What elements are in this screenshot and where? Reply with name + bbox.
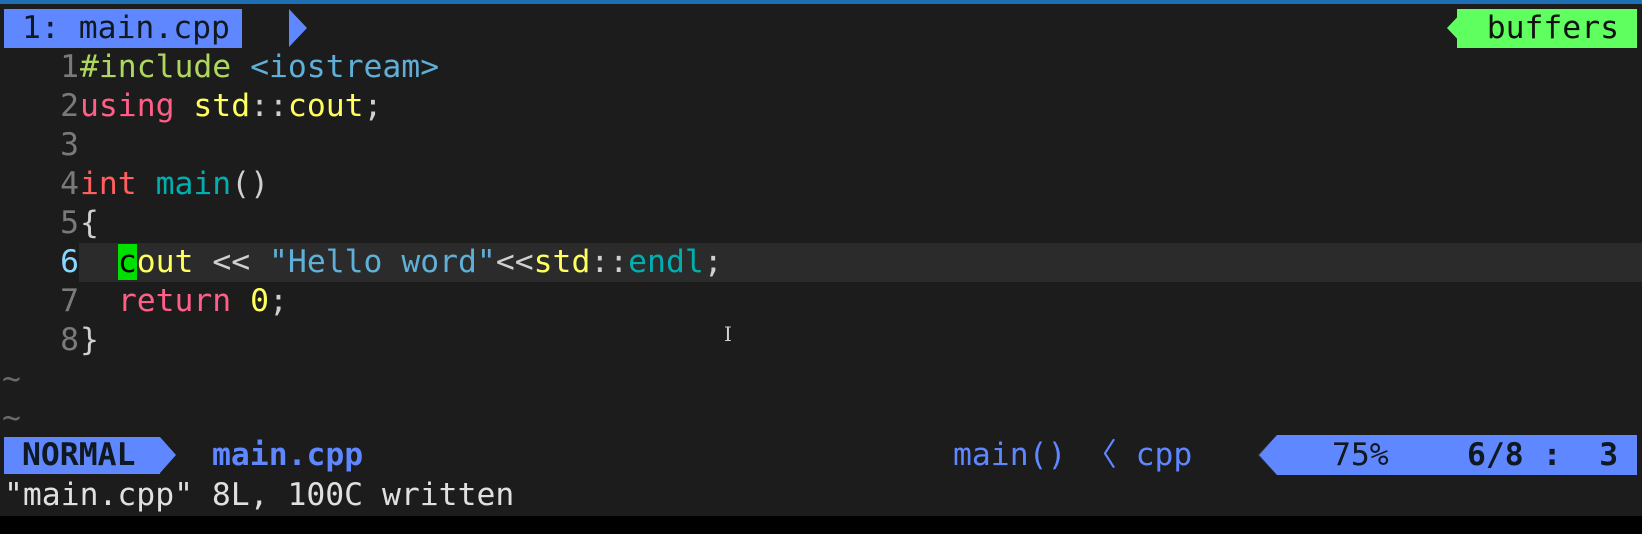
code-line[interactable]: 2 using std::cout;: [0, 87, 1642, 126]
line-code: using std::cout;: [80, 87, 382, 126]
code-token: return: [117, 283, 232, 319]
code-line[interactable]: 4 int main(): [0, 165, 1642, 204]
position-section: 75% 6/8 : 3: [1277, 435, 1637, 475]
line-number: 7: [60, 283, 79, 319]
code-token: main: [155, 166, 232, 202]
code-line[interactable]: 7 return 0;: [0, 282, 1642, 321]
code-token: using: [80, 88, 175, 124]
code-token: <iostream>: [250, 49, 440, 85]
code-token: ::: [590, 244, 629, 280]
code-token: ::: [250, 88, 288, 124]
command-line-message: "main.cpp" 8L, 100C written: [4, 477, 515, 513]
code-token: "Hello word": [269, 244, 496, 280]
code-line[interactable]: 1 #include <iostream>: [0, 48, 1642, 87]
code-token: }: [80, 322, 99, 358]
line-number: 8: [60, 322, 79, 358]
line-number: 5: [60, 205, 79, 241]
line-number: 3: [60, 127, 79, 163]
line-number: 1: [60, 49, 79, 85]
line-code: cout << "Hello word"<<std::endl;: [80, 243, 723, 282]
text-cursor: c: [117, 244, 137, 280]
code-token: endl: [628, 244, 704, 280]
empty-line: ~: [0, 399, 1642, 438]
line-code: {: [80, 204, 99, 243]
line-number: 4: [60, 166, 79, 202]
mouse-ibeam-cursor-icon: I: [724, 322, 732, 346]
line-code: }: [80, 321, 99, 360]
line-column: 6/8 : 3: [1467, 437, 1619, 473]
code-token: ;: [703, 244, 723, 280]
line-code: int main(): [80, 165, 269, 204]
empty-line: ~: [0, 360, 1642, 399]
code-line[interactable]: 3: [0, 126, 1642, 165]
buffers-label[interactable]: buffers: [1456, 9, 1637, 48]
code-token: 0: [250, 283, 270, 319]
code-token: ;: [269, 283, 288, 319]
code-token: std: [533, 244, 591, 280]
code-token: std: [193, 88, 251, 124]
position-arrow: [1259, 435, 1277, 475]
status-filename: main.cpp: [212, 437, 364, 473]
scroll-percent: 75%: [1332, 437, 1389, 473]
code-line[interactable]: 6 cout << "Hello word"<<std::endl;: [0, 243, 1642, 282]
code-line[interactable]: 8}: [0, 321, 1642, 360]
code-token: <<: [193, 244, 270, 280]
code-token: (): [231, 166, 270, 202]
tab-arrow: [289, 9, 307, 47]
code-token: {: [80, 205, 99, 241]
line-number: 2: [60, 88, 79, 124]
code-token: <<: [495, 244, 534, 280]
mode-indicator: NORMAL: [4, 437, 160, 474]
code-token: #include: [80, 49, 232, 85]
tilde-marker: ~: [2, 361, 21, 397]
line-code: #include <iostream>: [80, 48, 439, 87]
mode-arrow: [160, 437, 176, 473]
code-token: cout: [287, 88, 364, 124]
code-token: int: [80, 166, 137, 202]
tab-main-cpp[interactable]: 1: main.cpp: [4, 9, 242, 48]
code-token: ;: [363, 88, 383, 124]
line-number: 6: [60, 244, 79, 280]
code-token: out: [136, 244, 194, 280]
tilde-marker: ~: [2, 400, 21, 436]
line-code: return 0;: [80, 282, 288, 321]
status-function-filetype: main() 〈 cpp: [953, 437, 1193, 473]
code-line[interactable]: 5{: [0, 204, 1642, 243]
